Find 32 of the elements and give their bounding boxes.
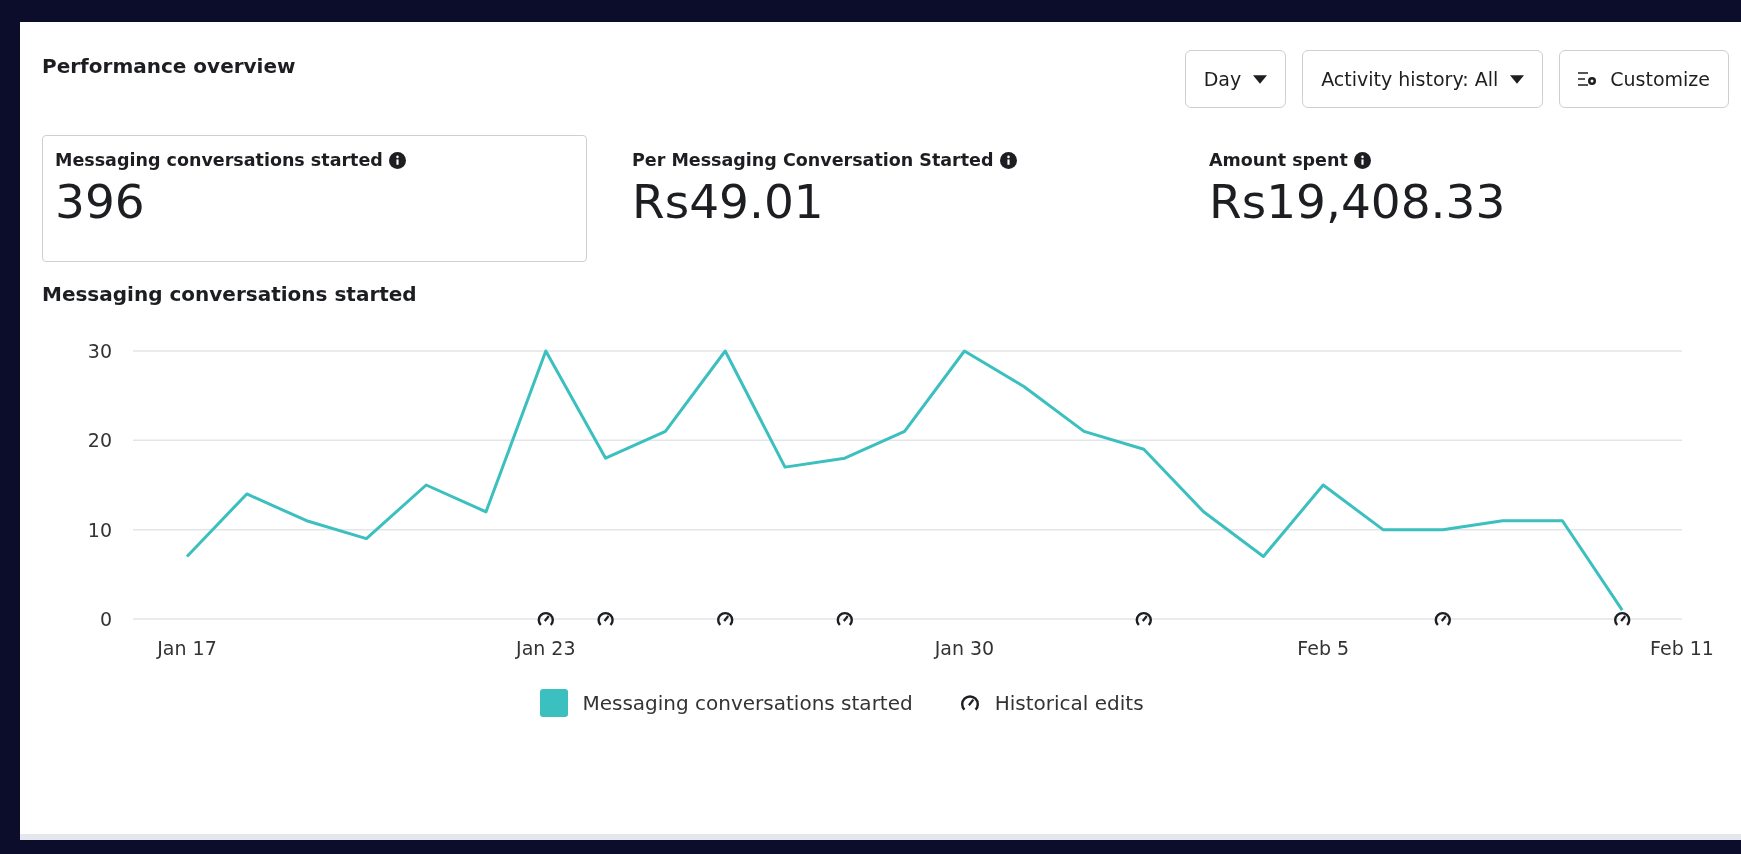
info-icon	[999, 151, 1017, 169]
x-axis-label: Jan 30	[934, 637, 995, 659]
card-title: Performance overview	[42, 53, 296, 78]
caret-icon	[1253, 74, 1268, 84]
legend-label: Historical edits	[994, 691, 1144, 715]
metric-value: Rs49.01	[632, 174, 825, 229]
dropdown-button[interactable]: Day	[1184, 50, 1287, 108]
legend-label: Messaging conversations started	[582, 691, 913, 715]
info-icon	[388, 151, 406, 169]
sliders-icon	[1578, 71, 1599, 87]
y-axis-label: 10	[87, 518, 112, 541]
metric-card[interactable]: Messaging conversations started 396	[42, 135, 587, 262]
x-axis-label: Feb 5	[1297, 637, 1350, 659]
caret-icon	[1510, 74, 1525, 84]
info-icon	[1353, 151, 1371, 169]
customize-button[interactable]: Customize	[1559, 50, 1729, 108]
x-axis-label: Jan 17	[157, 637, 217, 659]
metric-label: Amount spent	[1209, 150, 1348, 170]
dropdown-button[interactable]: Activity history: All	[1302, 50, 1544, 108]
metric-value: Rs19,408.33	[1209, 174, 1507, 229]
y-axis-label: 0	[99, 608, 112, 630]
y-axis-label: 20	[87, 429, 112, 452]
metric-label: Messaging conversations started	[55, 150, 383, 170]
chart-title: Messaging conversations started	[42, 282, 417, 306]
metric-label: Per Messaging Conversation Started	[632, 150, 994, 170]
metric-value: 396	[55, 174, 146, 229]
metric-card[interactable]: Amount spent Rs19,408.33	[1196, 135, 1741, 262]
y-axis-label: 30	[87, 340, 112, 362]
metric-card[interactable]: Per Messaging Conversation Started Rs49.01	[619, 135, 1164, 262]
x-axis-label: Jan 23	[516, 637, 576, 659]
x-axis-label: Feb 11	[1650, 637, 1714, 659]
edit-marker-icon	[958, 693, 981, 713]
